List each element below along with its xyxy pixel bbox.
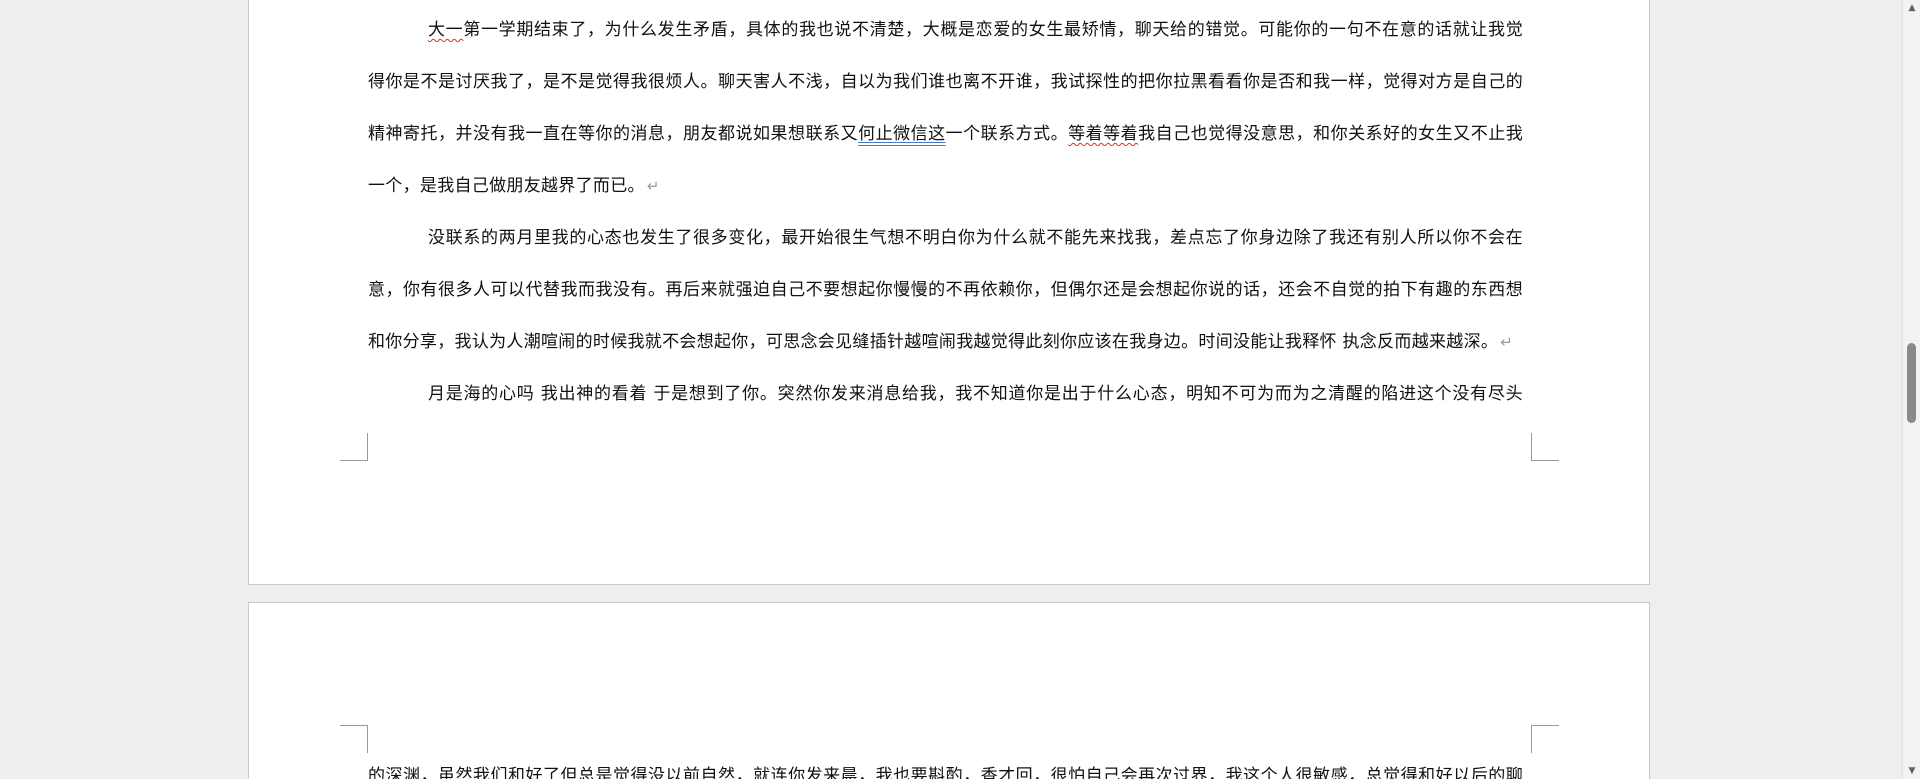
spelling-flag[interactable]: 大一 bbox=[428, 20, 463, 40]
scroll-up-arrow-icon[interactable]: ▲ bbox=[1906, 2, 1918, 14]
text-run: 一个，是我自己做朋友越界了而已。 bbox=[368, 176, 645, 196]
grammar-flag[interactable]: 何止微信这 bbox=[858, 124, 946, 144]
scrollbar-thumb[interactable] bbox=[1907, 343, 1916, 423]
paragraph-mark-icon: ↵ bbox=[1500, 333, 1514, 351]
paragraph-1-line-1[interactable]: 大一第一学期结束了，为什么发生矛盾，具体的我也说不清楚，大概是恋爱的女生最矫情，… bbox=[368, 18, 1523, 42]
margin-marker-top-right bbox=[1531, 725, 1559, 753]
spelling-flag[interactable]: 等着等着 bbox=[1068, 124, 1138, 144]
paragraph-1-line-4[interactable]: 一个，是我自己做朋友越界了而已。 ↵ bbox=[368, 174, 1523, 198]
paragraph-mark-icon: ↵ bbox=[646, 177, 660, 195]
text-run: 意，你有很多人可以代替我而我没有。再后来就强迫自己不要想起你慢慢的不再依赖你，但… bbox=[368, 280, 1523, 300]
paragraph-1-line-3[interactable]: 精神寄托，并没有我一直在等你的消息，朋友都说如果想联系又何止微信这一个联系方式。… bbox=[368, 122, 1523, 146]
margin-marker-top-left bbox=[340, 725, 368, 753]
vertical-scrollbar[interactable]: ▲ ▼ bbox=[1902, 0, 1920, 779]
text-run: 一个联系方式。 bbox=[945, 124, 1069, 144]
text-run: 月是海的心吗 我出神的看着 于是想到了你。突然你发来消息给我，我不知道你是出于什… bbox=[428, 384, 1523, 404]
paragraph-2-line-3[interactable]: 和你分享，我认为人潮喧闹的时候我就不会想起你，可思念会见缝插针越喧闹我越觉得此刻… bbox=[368, 330, 1523, 354]
paragraph-2-line-2[interactable]: 意，你有很多人可以代替我而我没有。再后来就强迫自己不要想起你慢慢的不再依赖你，但… bbox=[368, 278, 1523, 302]
text-run: 的深渊，虽然我们和好了但总是觉得没以前自然，就连你发来晨，我也要斟酌，香才回，很… bbox=[368, 766, 1523, 779]
text-run: 得你是不是讨厌我了，是不是觉得我很烦人。聊天害人不浅，自以为我们谁也离不开谁，我… bbox=[368, 72, 1523, 92]
text-run: 我自己也觉得没意思，和你关系好的女生又不止我 bbox=[1138, 124, 1523, 144]
paragraph-3-line-1[interactable]: 月是海的心吗 我出神的看着 于是想到了你。突然你发来消息给我，我不知道你是出于什… bbox=[368, 382, 1523, 406]
margin-marker-bottom-left bbox=[340, 433, 368, 461]
paragraph-2-line-1[interactable]: 没联系的两月里我的心态也发生了很多变化，最开始很生气想不明白你为什么就不能先来找… bbox=[368, 226, 1523, 250]
scroll-down-arrow-icon[interactable]: ▼ bbox=[1906, 765, 1918, 777]
text-run: 第一学期结束了，为什么发生矛盾，具体的我也说不清楚，大概是恋爱的女生最矫情，聊天… bbox=[463, 20, 1523, 40]
text-run: 和你分享，我认为人潮喧闹的时候我就不会想起你，可思念会见缝插针越喧闹我越觉得此刻… bbox=[368, 332, 1499, 352]
text-run: 没联系的两月里我的心态也发生了很多变化，最开始很生气想不明白你为什么就不能先来找… bbox=[428, 228, 1523, 248]
document-page-2[interactable] bbox=[248, 602, 1650, 779]
text-run: 精神寄托，并没有我一直在等你的消息，朋友都说如果想联系又 bbox=[368, 124, 859, 144]
paragraph-1-line-2[interactable]: 得你是不是讨厌我了，是不是觉得我很烦人。聊天害人不浅，自以为我们谁也离不开谁，我… bbox=[368, 70, 1523, 94]
page-2-partial-line[interactable]: 的深渊，虽然我们和好了但总是觉得没以前自然，就连你发来晨，我也要斟酌，香才回，很… bbox=[368, 764, 1523, 779]
document-viewport[interactable]: 大一第一学期结束了，为什么发生矛盾，具体的我也说不清楚，大概是恋爱的女生最矫情，… bbox=[0, 0, 1920, 779]
margin-marker-bottom-right bbox=[1531, 433, 1559, 461]
